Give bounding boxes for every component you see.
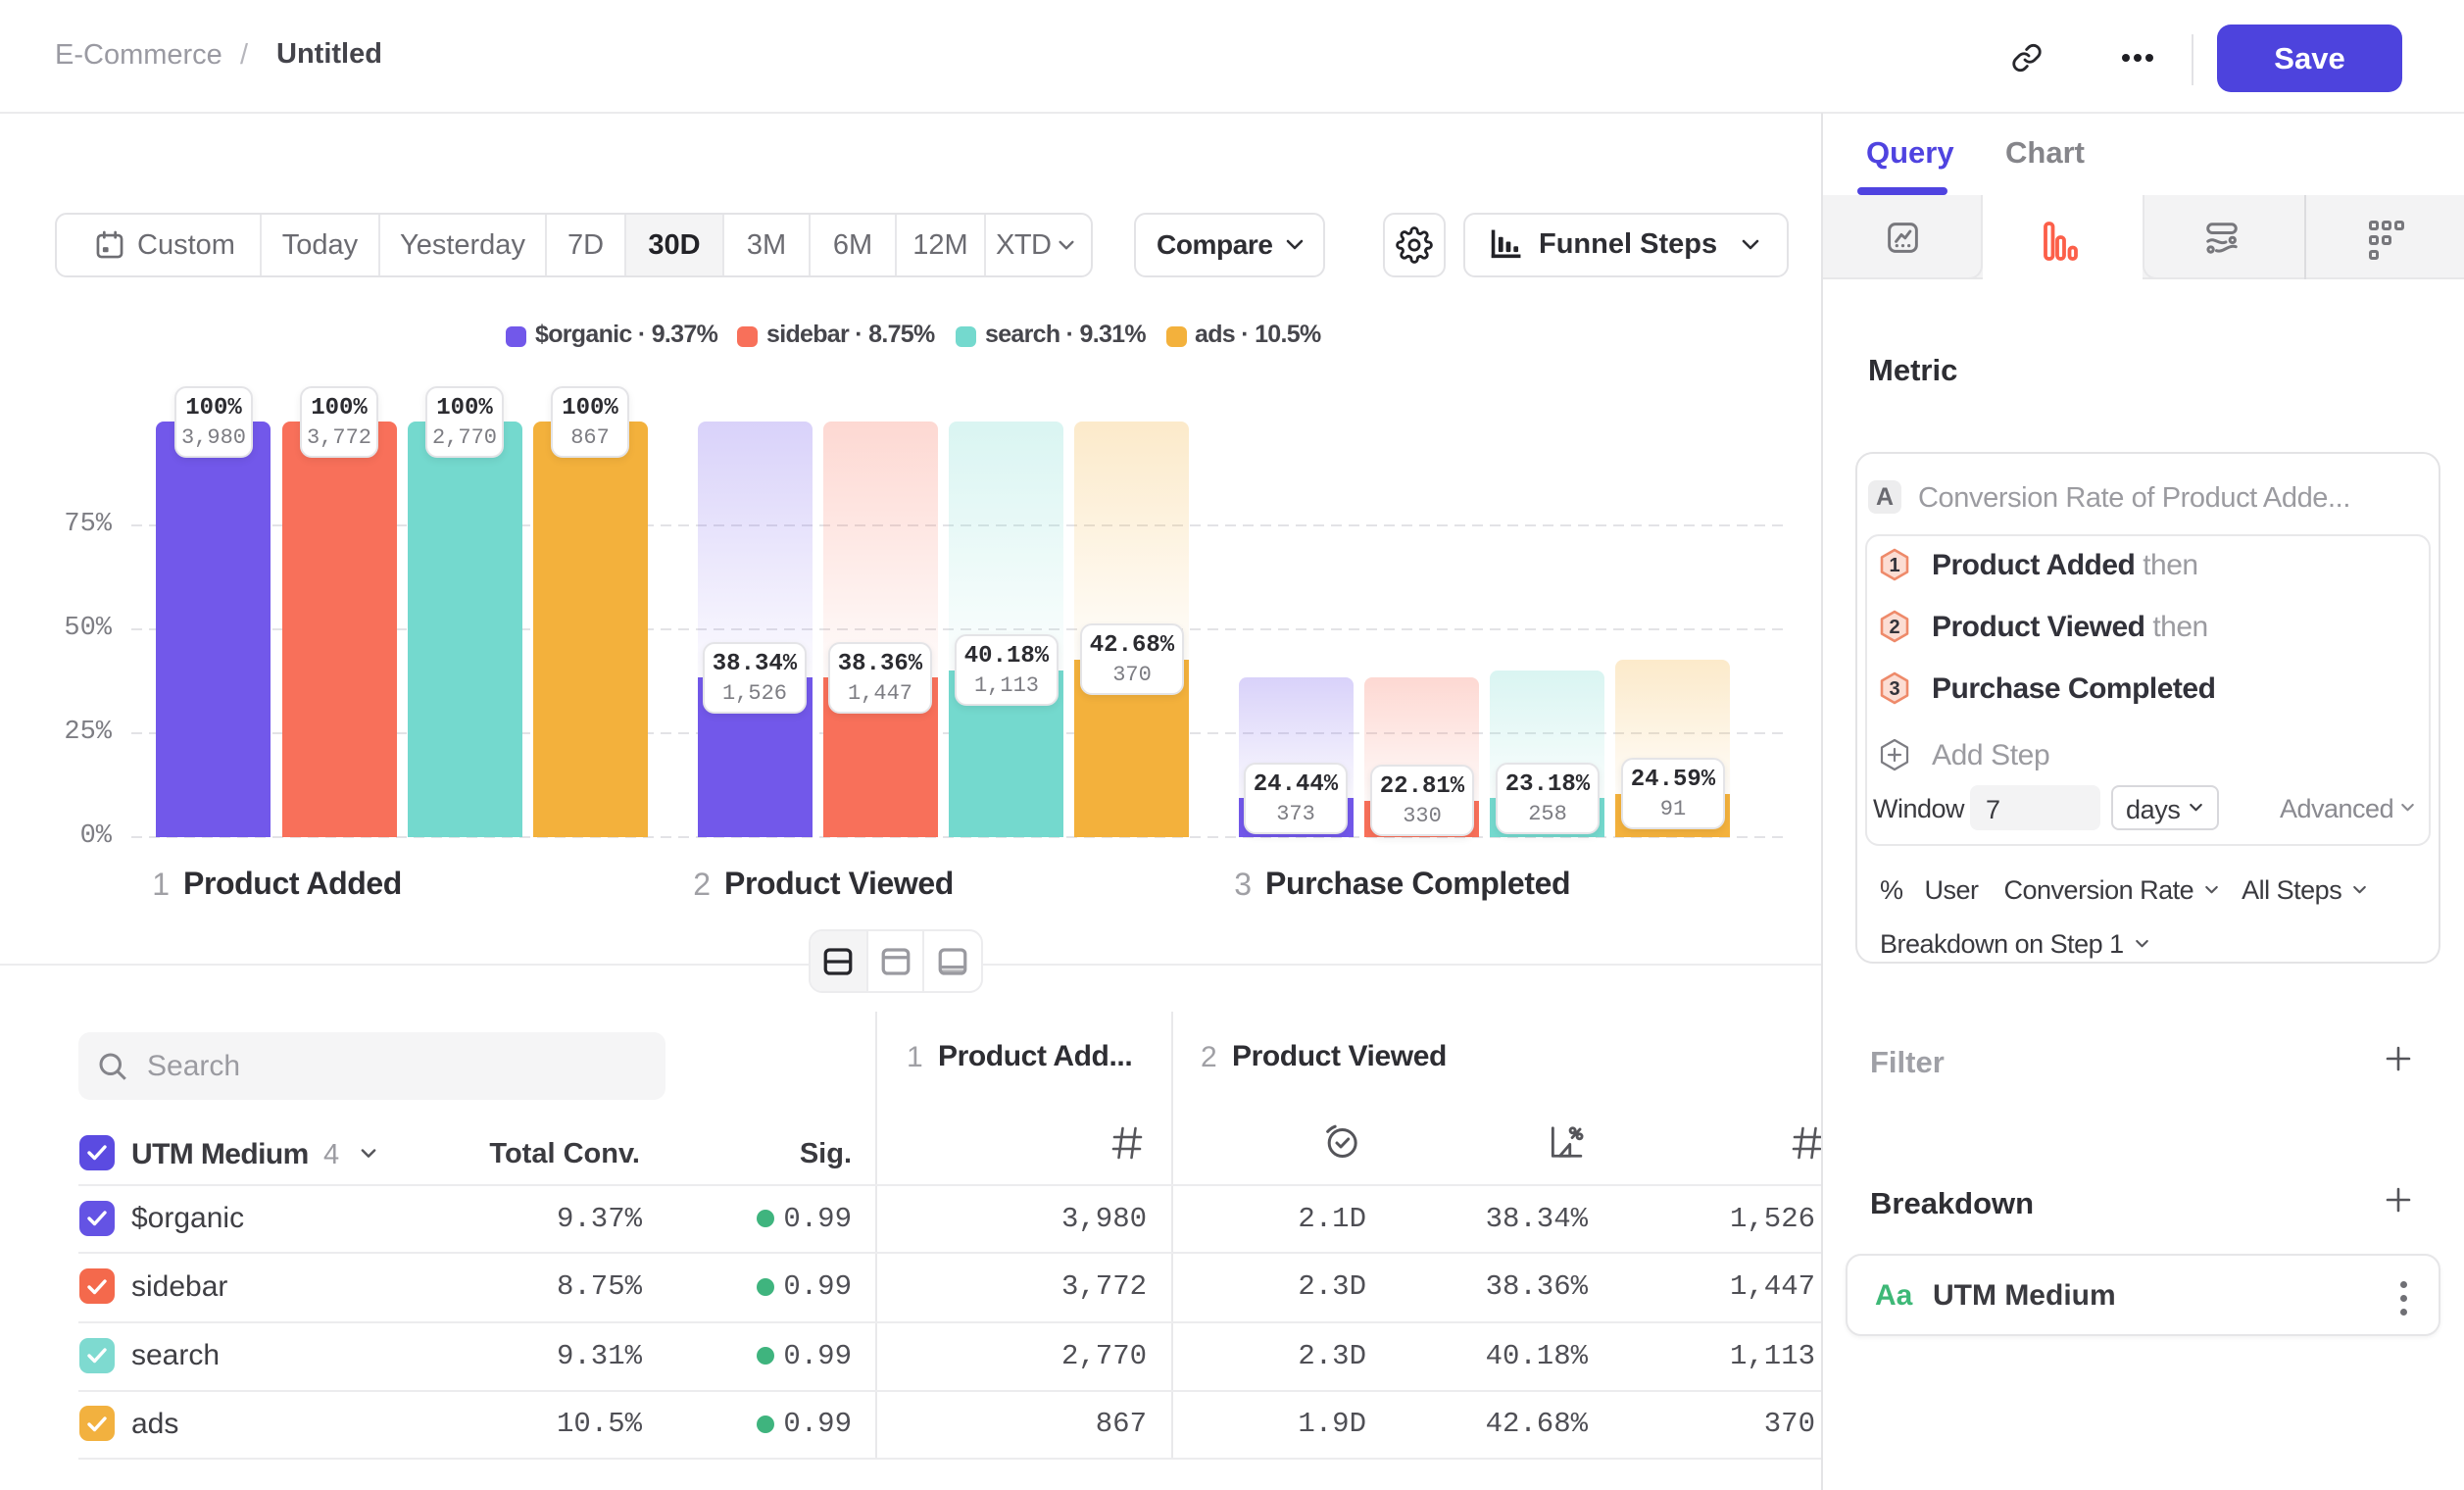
svg-text:2: 2 (1889, 617, 1899, 638)
svg-text:3: 3 (1889, 678, 1899, 700)
svg-text:1: 1 (1889, 555, 1899, 576)
